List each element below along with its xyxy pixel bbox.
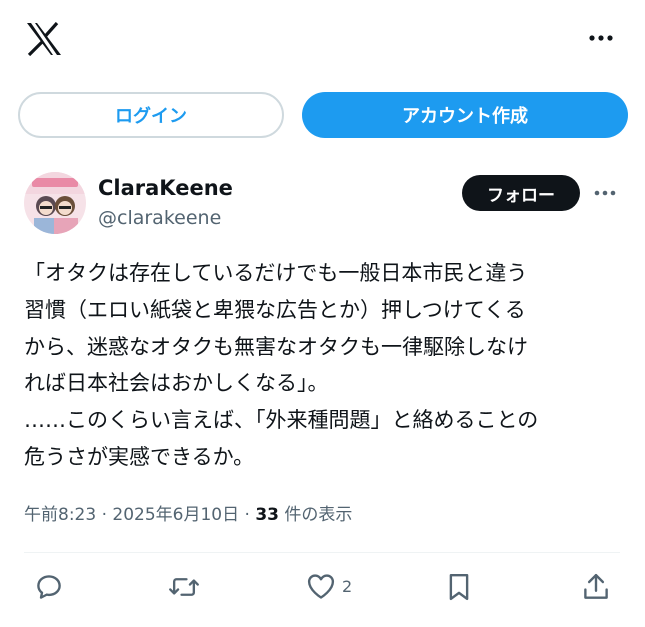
- bookmark-icon[interactable]: [446, 572, 472, 602]
- action-bar: 2: [0, 566, 645, 610]
- auth-buttons: ログイン アカウント作成: [18, 92, 628, 140]
- divider: [24, 552, 620, 553]
- user-handle[interactable]: @clarakeene: [98, 207, 221, 229]
- post-time[interactable]: 午前8:23: [24, 505, 96, 525]
- post-more-icon[interactable]: [592, 183, 618, 203]
- display-name[interactable]: ClaraKeene: [98, 176, 233, 200]
- views-label: 件の表示: [284, 505, 353, 525]
- like-count: 2: [342, 576, 353, 596]
- heart-icon[interactable]: [306, 572, 336, 600]
- post-text: 「オタクは存在しているだけでも一般日本市民と違う 習慣（エロい紙袋と卑猥な広告と…: [24, 261, 539, 469]
- post-date[interactable]: 2025年6月10日: [112, 505, 239, 525]
- share-icon[interactable]: [582, 572, 610, 602]
- reply-icon[interactable]: [34, 572, 64, 602]
- more-options-icon[interactable]: [586, 26, 616, 50]
- like-button[interactable]: 2: [306, 572, 352, 600]
- create-account-button[interactable]: アカウント作成: [302, 92, 628, 138]
- follow-button[interactable]: フォロー: [462, 175, 580, 211]
- meta-separator: ·: [244, 505, 250, 525]
- views-count: 33: [255, 505, 280, 525]
- login-button[interactable]: ログイン: [18, 92, 284, 138]
- top-bar: [0, 0, 645, 80]
- avatar[interactable]: [24, 172, 86, 234]
- x-logo-icon[interactable]: [26, 21, 62, 57]
- meta-separator: ·: [101, 505, 107, 525]
- post-meta: 午前8:23 · 2025年6月10日 · 33 件の表示: [24, 500, 352, 525]
- repost-icon[interactable]: [168, 572, 200, 602]
